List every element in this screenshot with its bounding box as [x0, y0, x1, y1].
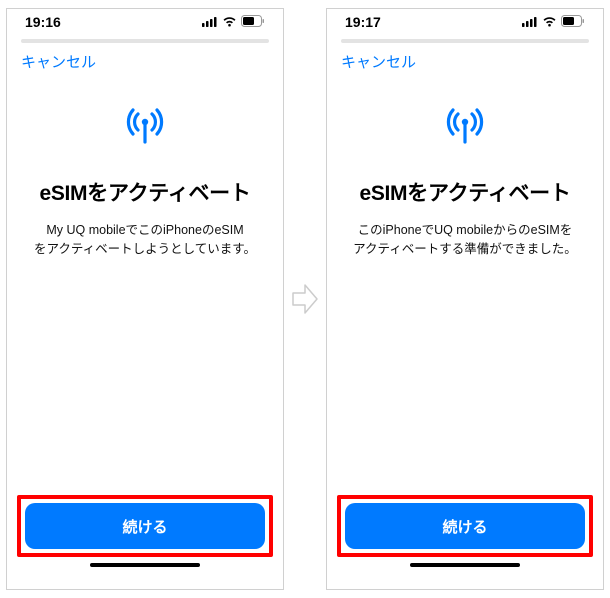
status-time: 19:16	[25, 14, 61, 30]
cancel-button[interactable]: キャンセル	[21, 51, 96, 72]
content-area: eSIMをアクティベート このiPhoneでUQ mobileからのeSIMを …	[327, 78, 603, 495]
battery-icon	[561, 14, 585, 30]
status-bar: 19:17	[327, 9, 603, 35]
home-indicator[interactable]	[410, 563, 520, 567]
content-area: eSIMをアクティベート My UQ mobileでこのiPhoneのeSIM …	[7, 78, 283, 495]
battery-icon	[241, 14, 265, 30]
status-indicators	[522, 14, 585, 30]
arrow-icon	[290, 281, 320, 317]
signal-icon	[522, 14, 538, 30]
phone-screen-2: 19:17 キャンセル	[326, 8, 604, 590]
progress-bar	[21, 39, 269, 43]
wifi-icon	[222, 14, 237, 30]
status-time: 19:17	[345, 14, 381, 30]
footer: 続ける	[327, 495, 603, 589]
footer: 続ける	[7, 495, 283, 589]
phone-screen-1: 19:16 キャンセル	[6, 8, 284, 590]
progress-bar	[341, 39, 589, 43]
continue-button[interactable]: 続ける	[345, 503, 585, 549]
button-highlight: 続ける	[337, 495, 593, 557]
page-title: eSIMをアクティベート	[39, 177, 250, 207]
wifi-icon	[542, 14, 557, 30]
antenna-icon	[444, 106, 486, 149]
nav-bar: キャンセル	[7, 51, 283, 78]
status-bar: 19:16	[7, 9, 283, 35]
signal-icon	[202, 14, 218, 30]
nav-bar: キャンセル	[327, 51, 603, 78]
page-description: My UQ mobileでこのiPhoneのeSIM をアクティベートしようとし…	[30, 221, 260, 259]
button-highlight: 続ける	[17, 495, 273, 557]
home-indicator[interactable]	[90, 563, 200, 567]
page-description: このiPhoneでUQ mobileからのeSIMを アクティベートする準備がで…	[349, 221, 581, 259]
continue-button[interactable]: 続ける	[25, 503, 265, 549]
status-indicators	[202, 14, 265, 30]
antenna-icon	[124, 106, 166, 149]
cancel-button[interactable]: キャンセル	[341, 51, 416, 72]
page-title: eSIMをアクティベート	[359, 177, 570, 207]
